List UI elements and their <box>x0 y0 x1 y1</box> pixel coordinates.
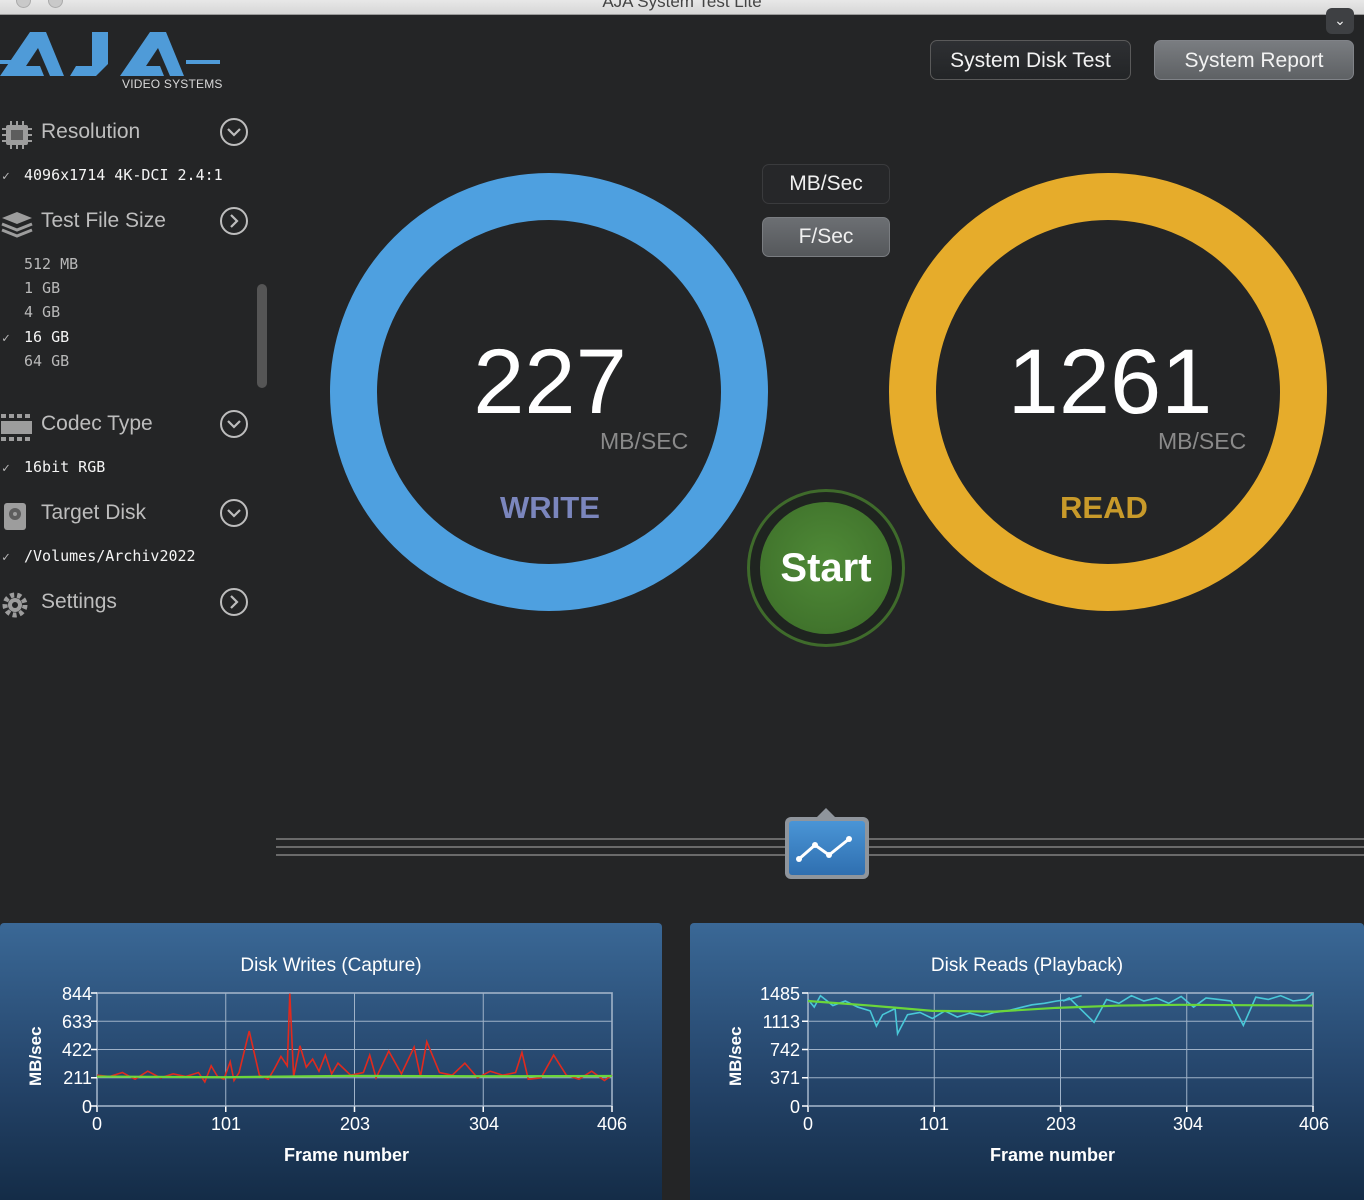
write-speed-value: 227 <box>473 331 627 433</box>
logo-subtitle: VIDEO SYSTEMS <box>122 77 223 91</box>
chevron-right-circle-icon[interactable] <box>220 207 248 235</box>
write-speed-unit: MB/SEC <box>600 428 689 454</box>
chevron-down-circle-icon[interactable] <box>220 499 248 527</box>
start-button-ring[interactable]: Start <box>747 489 905 647</box>
mb-sec-button[interactable]: MB/Sec <box>762 164 890 204</box>
resolution-label: Resolution <box>41 120 141 143</box>
film-strip-icon <box>1 414 32 441</box>
chevron-right-circle-icon[interactable] <box>220 588 248 616</box>
chevron-down-circle-icon[interactable] <box>220 118 248 146</box>
disk-writes-panel: Disk Writes (Capture) MB/sec Frame numbe… <box>0 923 662 1200</box>
chevron-down-circle-icon[interactable] <box>220 410 248 438</box>
file-size-option-selected[interactable]: ✓ 16 GB <box>0 328 69 346</box>
system-report-button[interactable]: System Report <box>1154 40 1354 80</box>
disk-writes-plot <box>91 992 613 1112</box>
system-disk-test-button[interactable]: System Disk Test <box>930 40 1131 80</box>
codec-type-section-header[interactable]: Codec Type <box>0 408 260 444</box>
hard-disk-icon <box>4 503 26 530</box>
codec-value: 16bit RGB <box>24 458 106 476</box>
target-disk-section-header[interactable]: Target Disk <box>0 497 260 533</box>
write-label: WRITE <box>500 490 600 525</box>
target-disk-value: /Volumes/Archiv2022 <box>24 547 196 565</box>
target-disk-label: Target Disk <box>41 501 147 524</box>
window-titlebar: AJA System Test Lite <box>0 0 1364 15</box>
graph-toggle-button[interactable] <box>785 817 869 879</box>
disk-reads-panel: Disk Reads (Playback) MB/sec Frame numbe… <box>690 923 1364 1200</box>
checkmark-icon: ✓ <box>2 461 10 476</box>
read-label: READ <box>1060 490 1148 525</box>
file-size-option[interactable]: 512 MB <box>0 255 78 273</box>
file-size-option[interactable]: 64 GB <box>0 352 69 370</box>
codec-type-label: Codec Type <box>41 412 153 435</box>
file-size-option[interactable]: 4 GB <box>0 303 60 321</box>
line-graph-icon <box>796 836 852 862</box>
start-button[interactable]: Start <box>760 502 892 634</box>
read-speed-value: 1261 <box>1007 331 1213 433</box>
resolution-value: 4096x1714 4K-DCI 2.4:1 <box>24 166 223 184</box>
settings-section-header[interactable]: Settings <box>0 586 260 622</box>
read-speed-unit: MB/SEC <box>1158 428 1247 454</box>
checkmark-icon: ✓ <box>2 550 10 565</box>
gear-icon <box>2 592 28 618</box>
resolution-selected-option[interactable]: ✓ 4096x1714 4K-DCI 2.4:1 <box>0 166 223 184</box>
codec-selected-option[interactable]: ✓ 16bit RGB <box>0 458 105 476</box>
test-file-size-label: Test File Size <box>41 209 166 232</box>
resolution-section-header[interactable]: Resolution <box>0 116 260 152</box>
layers-icon <box>1 212 33 238</box>
checkmark-icon: ✓ <box>2 169 10 184</box>
chip-icon <box>2 121 32 149</box>
settings-label: Settings <box>41 590 117 613</box>
disk-reads-plot <box>802 992 1314 1112</box>
window-title: AJA System Test Lite <box>602 0 762 11</box>
chevron-down-icon[interactable]: ⌄ <box>1326 8 1354 34</box>
options-scrollbar[interactable] <box>257 284 267 388</box>
checkmark-icon: ✓ <box>2 331 10 346</box>
target-disk-selected-option[interactable]: ✓ /Volumes/Archiv2022 <box>0 547 196 565</box>
file-size-option[interactable]: 1 GB <box>0 279 60 297</box>
test-file-size-section-header[interactable]: Test File Size <box>0 205 260 241</box>
f-sec-button[interactable]: F/Sec <box>762 217 890 257</box>
